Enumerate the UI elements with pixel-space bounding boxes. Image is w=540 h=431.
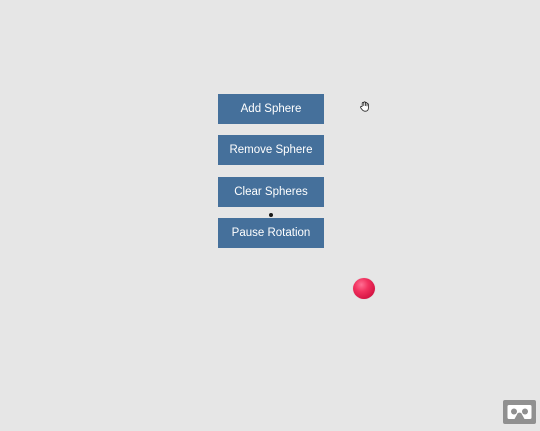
cardboard-vr-icon: [507, 405, 532, 419]
pause-rotation-button[interactable]: Pause Rotation: [218, 218, 324, 248]
red-sphere[interactable]: [353, 278, 375, 299]
enter-vr-button[interactable]: [503, 400, 536, 424]
gaze-reticle: [269, 213, 273, 217]
clear-spheres-button[interactable]: Clear Spheres: [218, 177, 324, 207]
remove-sphere-button[interactable]: Remove Sphere: [218, 135, 324, 165]
webxr-scene-canvas[interactable]: Add Sphere Remove Sphere Clear Spheres P…: [0, 0, 540, 431]
add-sphere-button[interactable]: Add Sphere: [218, 94, 324, 124]
hand-pointer-icon: [359, 99, 370, 112]
